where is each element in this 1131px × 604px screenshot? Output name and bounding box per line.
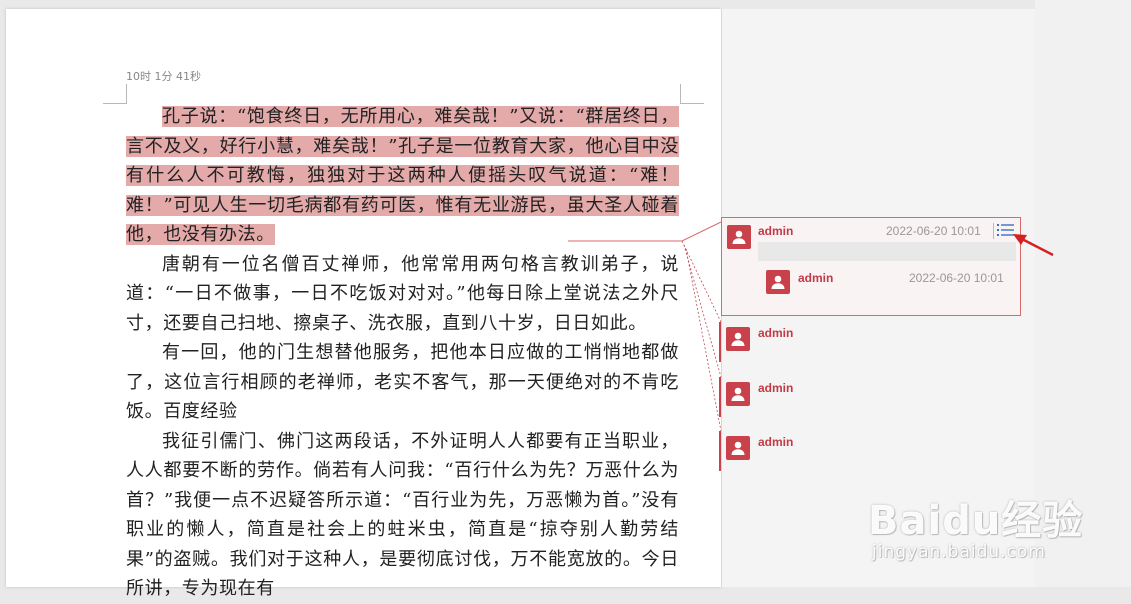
paragraph-3[interactable]: 有一回，他的门生想替他服务，把他本日应做的工悄悄地都做了，这位言行相顾的老禅师，… (126, 338, 679, 427)
header-timestamp: 10时 1分 41秒 (126, 70, 201, 83)
comment-card[interactable]: admin (719, 322, 1021, 362)
reply-author: admin (798, 271, 834, 285)
document-body[interactable]: 孔子说：“饱食终日，无所用心，难矣哉！”又说：“群居终日，言不及义，好行小慧，难… (126, 102, 679, 604)
user-icon (731, 387, 745, 401)
avatar (727, 225, 751, 249)
comment-card[interactable]: admin (719, 431, 1021, 471)
crop-mark-left-h (103, 103, 127, 104)
paragraph-1[interactable]: 孔子说：“饱食终日，无所用心，难矣哉！”又说：“群居终日，言不及义，好行小慧，难… (126, 102, 679, 250)
paragraph-4[interactable]: 我征引儒门、佛门这两段话，不外证明人人都要有正当职业，人人都要不断的劳作。倘若有… (126, 427, 679, 604)
commented-highlight[interactable]: 孔子说：“饱食终日，无所用心，难矣哉！”又说：“群居终日，言不及义，好行小慧，难… (126, 106, 679, 245)
reply-time: 2022-06-20 10:01 (909, 271, 1004, 285)
comment-marker (719, 431, 721, 471)
list-menu-icon[interactable] (993, 223, 1015, 239)
avatar (726, 382, 750, 406)
paragraph-2[interactable]: 唐朝有一位名僧百丈禅师，他常常用两句格言教训弟子，说道：“一日不做事，一日不吃饭… (126, 250, 679, 339)
baidu-watermark: Baidu经验 jingyan.baidu.com (868, 488, 1083, 562)
comment-content-field[interactable] (758, 242, 1016, 261)
avatar (726, 327, 750, 351)
comment-author: admin (758, 381, 794, 395)
user-icon (732, 230, 746, 244)
crop-mark-right-v (680, 84, 681, 103)
crop-mark-right-h (680, 103, 704, 104)
user-icon (731, 332, 745, 346)
comment-marker (719, 322, 721, 362)
crop-mark-left-v (126, 84, 127, 103)
comment-author: admin (758, 326, 794, 340)
comment-author: admin (758, 435, 794, 449)
comment-author: admin (758, 224, 794, 238)
active-comment-card[interactable]: admin 2022-06-20 10:01 admin 2022-06-20 … (721, 217, 1021, 316)
user-icon (731, 441, 745, 455)
avatar (726, 436, 750, 460)
user-icon (771, 275, 785, 289)
watermark-main: Baidu经验 (868, 498, 1084, 544)
reply-avatar (766, 270, 790, 294)
comment-card[interactable]: admin (719, 377, 1021, 417)
comment-time: 2022-06-20 10:01 (886, 224, 981, 238)
comment-marker (719, 377, 721, 417)
